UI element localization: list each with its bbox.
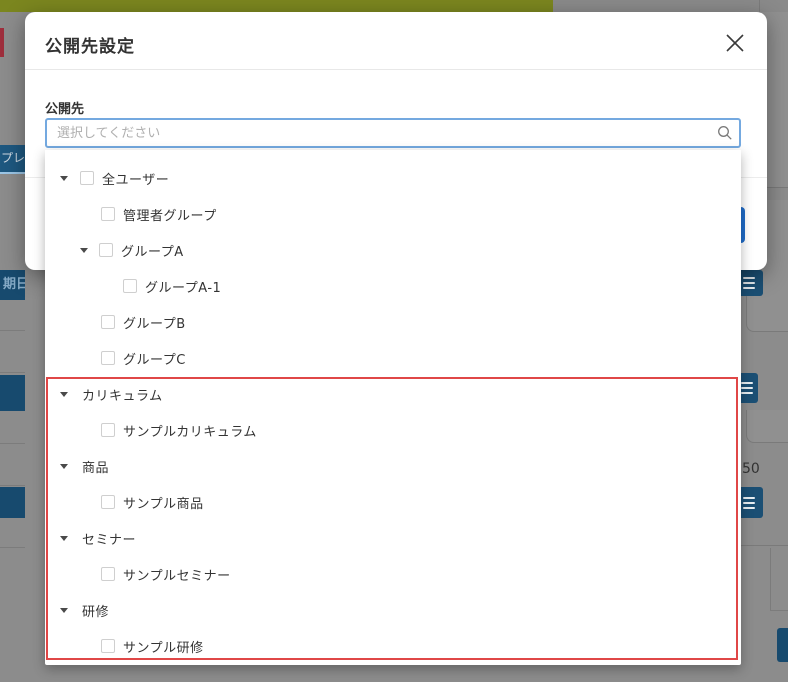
background-table-row-navy bbox=[0, 375, 25, 411]
tree-item-sample-product[interactable]: サンプル商品 bbox=[45, 484, 741, 520]
background-tab-underline bbox=[0, 172, 25, 174]
tree-item-sample-curriculum[interactable]: サンプルカリキュラム bbox=[45, 412, 741, 448]
publish-target-search-input[interactable] bbox=[45, 118, 741, 148]
tree-item-label: グループC bbox=[123, 349, 186, 368]
tree-item-label: サンプルカリキュラム bbox=[123, 421, 257, 440]
tree-item-product[interactable]: 商品 bbox=[45, 448, 741, 484]
background-navy-block bbox=[777, 628, 788, 662]
checkbox[interactable] bbox=[99, 243, 113, 257]
caret-down-icon[interactable] bbox=[60, 464, 68, 469]
tree-item-admin-group[interactable]: 管理者グループ bbox=[45, 196, 741, 232]
background-topbar-right bbox=[553, 0, 788, 12]
tree-item-label: サンプル商品 bbox=[123, 493, 204, 512]
background-count-text: 50 bbox=[742, 461, 760, 477]
background-card-corner bbox=[738, 545, 788, 549]
list-icon bbox=[743, 274, 755, 292]
tree-item-label: グループA-1 bbox=[145, 277, 221, 296]
background-row-divider bbox=[0, 443, 25, 444]
background-preview-button: プレ bbox=[0, 145, 25, 172]
tree-item-label: 全ユーザー bbox=[102, 169, 169, 188]
tree-item-label: グループB bbox=[123, 313, 186, 332]
tree-item-all-users[interactable]: 全ユーザー bbox=[45, 160, 741, 196]
tree-item-group-c[interactable]: グループC bbox=[45, 340, 741, 376]
checkbox[interactable] bbox=[80, 171, 94, 185]
tree-item-label: 商品 bbox=[82, 457, 109, 476]
tree-item-label: サンプルセミナー bbox=[123, 565, 231, 584]
checkbox[interactable] bbox=[101, 207, 115, 221]
background-red-badge bbox=[0, 28, 4, 57]
checkbox[interactable] bbox=[101, 567, 115, 581]
search-icon bbox=[717, 125, 733, 141]
background-row-divider bbox=[0, 330, 25, 331]
tree-item-sample-seminar[interactable]: サンプルセミナー bbox=[45, 556, 741, 592]
tree-item-label: 研修 bbox=[82, 601, 109, 620]
background-card-edge bbox=[770, 610, 788, 611]
background-card bbox=[746, 410, 788, 443]
caret-down-icon[interactable] bbox=[60, 176, 68, 181]
modal-title: 公開先設定 bbox=[45, 32, 135, 57]
tree-item-sample-training[interactable]: サンプル研修 bbox=[45, 628, 741, 664]
caret-down-icon[interactable] bbox=[80, 248, 88, 253]
publish-target-tree-dropdown: 全ユーザー 管理者グループ グループA グループA-1 グループB グループC … bbox=[45, 150, 741, 665]
background-row-divider bbox=[0, 485, 25, 486]
close-icon[interactable] bbox=[722, 30, 748, 56]
background-row-divider bbox=[0, 372, 25, 373]
background-topbar bbox=[0, 0, 553, 12]
checkbox[interactable] bbox=[101, 351, 115, 365]
background-card-edge bbox=[770, 548, 771, 610]
publish-target-search-box bbox=[45, 118, 741, 148]
tree-item-label: 管理者グループ bbox=[123, 205, 217, 224]
tree-item-group-a-1[interactable]: グループA-1 bbox=[45, 268, 741, 304]
tree-item-label: サンプル研修 bbox=[123, 637, 204, 656]
screen: プレ 期日 50 公開先設定 公開先 bbox=[0, 0, 788, 682]
checkbox[interactable] bbox=[101, 639, 115, 653]
checkbox[interactable] bbox=[101, 495, 115, 509]
caret-down-icon[interactable] bbox=[60, 608, 68, 613]
checkbox[interactable] bbox=[101, 315, 115, 329]
tree-item-seminar[interactable]: セミナー bbox=[45, 520, 741, 556]
checkbox[interactable] bbox=[101, 423, 115, 437]
background-table-header-due-date: 期日 bbox=[0, 270, 25, 300]
publish-target-field-label: 公開先 bbox=[45, 98, 84, 117]
tree-item-label: セミナー bbox=[82, 529, 136, 548]
tree-item-training[interactable]: 研修 bbox=[45, 592, 741, 628]
list-icon bbox=[741, 379, 753, 397]
background-table-row-navy bbox=[0, 487, 25, 518]
tree-item-label: グループA bbox=[121, 241, 184, 260]
checkbox[interactable] bbox=[123, 279, 137, 293]
tree-item-group-b[interactable]: グループB bbox=[45, 304, 741, 340]
tree-item-curriculum[interactable]: カリキュラム bbox=[45, 376, 741, 412]
caret-down-icon[interactable] bbox=[60, 536, 68, 541]
modal-header-divider bbox=[25, 69, 767, 70]
list-icon bbox=[743, 494, 755, 512]
tree-item-group-a[interactable]: グループA bbox=[45, 232, 741, 268]
tree-item-label: カリキュラム bbox=[82, 385, 163, 404]
background-row-divider bbox=[0, 547, 25, 548]
caret-down-icon[interactable] bbox=[60, 392, 68, 397]
